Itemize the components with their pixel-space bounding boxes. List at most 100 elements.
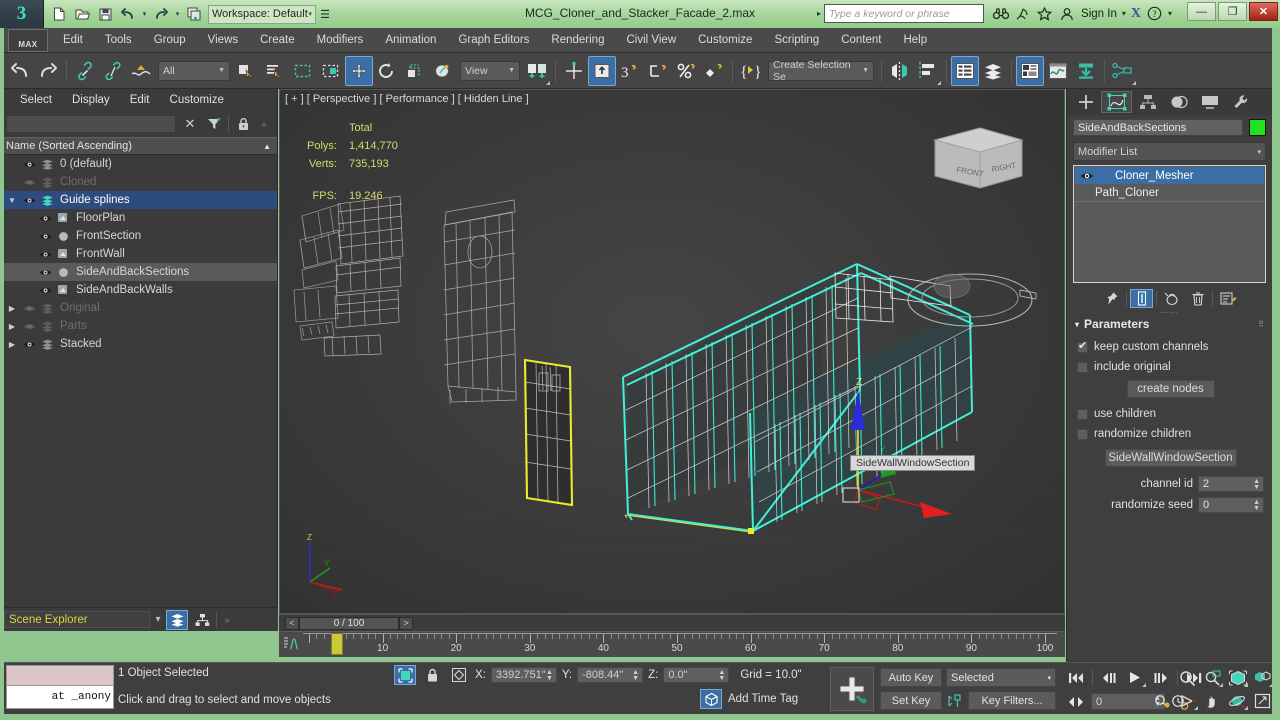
checkbox-randomize-children[interactable]: randomize children — [1077, 424, 1264, 444]
time-tag-icon[interactable] — [700, 689, 722, 709]
clear-search-icon[interactable]: ✕ — [180, 114, 200, 134]
key-mode-combo[interactable]: Selected ▾ — [946, 668, 1056, 687]
binoculars-icon[interactable] — [992, 5, 1009, 22]
x-coordinate-field[interactable]: 3392.751" ▲▼ — [491, 667, 557, 683]
slate-material-editor-icon[interactable] — [1109, 56, 1137, 86]
add-time-tag-label[interactable]: Add Time Tag — [728, 693, 798, 705]
reference-coordinate-combo[interactable]: View ▼ — [460, 61, 520, 81]
search-input[interactable]: Type a keyword or phrase — [824, 4, 984, 23]
menu-rendering[interactable]: Rendering — [540, 28, 615, 53]
eye-icon[interactable] — [20, 304, 38, 313]
menu-civil-view[interactable]: Civil View — [615, 28, 687, 53]
maxscript-mini-listener[interactable]: at _anony — [6, 665, 114, 709]
menu-views[interactable]: Views — [197, 28, 249, 53]
eye-icon[interactable] — [36, 250, 54, 259]
key-filters-button[interactable]: Key Filters... — [968, 691, 1056, 710]
pin-stack-icon[interactable] — [1100, 289, 1123, 308]
mirror-icon[interactable] — [886, 56, 914, 86]
scene-explorer-column-header[interactable]: Name (Sorted Ascending) ▲ — [0, 137, 277, 155]
pan-hand-icon[interactable] — [1201, 690, 1224, 711]
edit-named-selection-sets-icon[interactable]: {} — [737, 56, 765, 86]
se-menu-customize[interactable]: Customize — [162, 89, 232, 111]
select-and-rotate-icon[interactable] — [373, 56, 401, 86]
next-frame-button[interactable]: > — [399, 617, 413, 630]
previous-frame-button[interactable]: < — [285, 617, 299, 630]
maximize-viewport-toggle-icon[interactable] — [1251, 690, 1274, 711]
help-icon[interactable]: ? — [1146, 5, 1163, 22]
lock-selection-set-icon[interactable] — [421, 665, 443, 685]
signin-dropdown-icon[interactable]: ▾ — [1122, 9, 1126, 18]
maximize-button[interactable]: ❐ — [1218, 2, 1247, 21]
redo-dropdown-icon[interactable]: ▾ — [173, 3, 182, 25]
set-key-mode-icon[interactable] — [945, 691, 965, 710]
named-selection-set-combo[interactable]: Create Selection Se ▼ — [768, 61, 874, 81]
parameters-rollout-header[interactable]: ▾ Parameters ⠿ — [1067, 316, 1272, 332]
orbit-icon[interactable] — [1226, 690, 1249, 711]
rectangular-selection-region-icon[interactable] — [289, 56, 317, 86]
scene-explorer-row[interactable]: SideAndBackSections — [0, 263, 277, 281]
next-frame-icon[interactable] — [1149, 667, 1173, 688]
scene-explorer-row[interactable]: FloorPlan — [0, 209, 277, 227]
expand-toolbar-icon[interactable]: » — [257, 119, 271, 129]
zoom-icon[interactable] — [1176, 667, 1199, 688]
expand-triangle-icon[interactable]: ▶ — [4, 322, 20, 331]
use-pivot-point-center-icon[interactable] — [523, 56, 551, 86]
hierarchy-tab[interactable] — [1132, 91, 1163, 113]
menu-content[interactable]: Content — [830, 28, 892, 53]
spinner-arrows-icon[interactable]: ▲▼ — [718, 668, 725, 684]
exchange-app-icon[interactable]: X — [1131, 6, 1141, 22]
material-editor-icon[interactable] — [1016, 56, 1044, 86]
randomize-seed-spinner[interactable]: 0 ▲▼ — [1198, 497, 1264, 513]
toggle-scene-explorer-icon[interactable] — [951, 56, 979, 86]
checkbox-use-children[interactable]: use children — [1077, 404, 1264, 424]
scene-explorer-row[interactable]: FrontWall — [0, 245, 277, 263]
object-color-swatch[interactable] — [1249, 119, 1266, 136]
close-button[interactable]: ✕ — [1249, 2, 1278, 21]
eye-icon[interactable] — [20, 178, 38, 187]
z-coordinate-field[interactable]: 0.0" ▲▼ — [663, 667, 729, 683]
workspace-selector[interactable]: Workspace: Default ▾ — [208, 5, 316, 24]
goto-start-icon[interactable] — [1064, 667, 1088, 688]
chevron-right-icon[interactable]: ▸ — [814, 9, 824, 18]
scene-explorer-row[interactable]: FrontSection — [0, 227, 277, 245]
redo-icon[interactable] — [150, 3, 172, 25]
eye-icon[interactable] — [36, 232, 54, 241]
user-account-icon[interactable] — [1058, 5, 1075, 22]
object-name-input[interactable]: SideAndBackSections — [1073, 119, 1243, 136]
scene-explorer-row[interactable]: Cloned — [0, 173, 277, 191]
app-logo-button[interactable]: 3 — [0, 0, 44, 28]
modifier-stack-item-cloner-mesher[interactable]: Cloner_Mesher — [1075, 167, 1264, 184]
explorer-expand-icon[interactable]: » — [220, 615, 234, 625]
subscription-icon[interactable] — [1014, 5, 1031, 22]
eye-icon[interactable] — [36, 214, 54, 223]
sign-in-link[interactable]: Sign In — [1081, 8, 1117, 20]
menu-scripting[interactable]: Scripting — [763, 28, 830, 53]
remove-modifier-trash-icon[interactable] — [1186, 289, 1209, 308]
utilities-tab[interactable] — [1225, 91, 1256, 113]
spinner-arrows-icon[interactable]: ▲▼ — [1253, 498, 1260, 514]
scene-explorer-row[interactable]: ▶Stacked — [0, 335, 277, 353]
auto-key-button[interactable]: Auto Key — [880, 668, 942, 687]
scene-explorer-row[interactable]: ▶Parts — [0, 317, 277, 335]
selection-lock-toggle-icon[interactable] — [394, 665, 416, 685]
window-crossing-toggle-icon[interactable] — [317, 56, 345, 86]
track-bar[interactable]: 102030405060708090100 — [279, 631, 1065, 657]
collapse-triangle-icon[interactable]: ▼ — [4, 196, 20, 205]
bind-to-space-warp-icon[interactable] — [127, 56, 155, 86]
create-nodes-button[interactable]: create nodes — [1127, 380, 1215, 398]
select-and-scale-icon[interactable] — [401, 56, 429, 86]
configure-modifier-sets-icon[interactable] — [1216, 289, 1239, 308]
render-frame-window-icon[interactable] — [1072, 56, 1100, 86]
make-unique-icon[interactable] — [1160, 289, 1183, 308]
select-and-move-icon[interactable] — [345, 56, 373, 86]
save-file-icon[interactable] — [94, 3, 116, 25]
spinner-arrows-icon[interactable]: ▲▼ — [632, 668, 639, 684]
eye-icon[interactable] — [20, 340, 38, 349]
zoom-region-icon[interactable] — [1251, 667, 1274, 688]
listener-output-line[interactable] — [7, 666, 113, 686]
se-menu-edit[interactable]: Edit — [122, 89, 158, 111]
layer-mode-button[interactable] — [166, 610, 188, 630]
eye-icon[interactable] — [20, 196, 38, 205]
project-folder-icon[interactable] — [183, 3, 205, 25]
add-keys-icon[interactable] — [830, 667, 874, 711]
